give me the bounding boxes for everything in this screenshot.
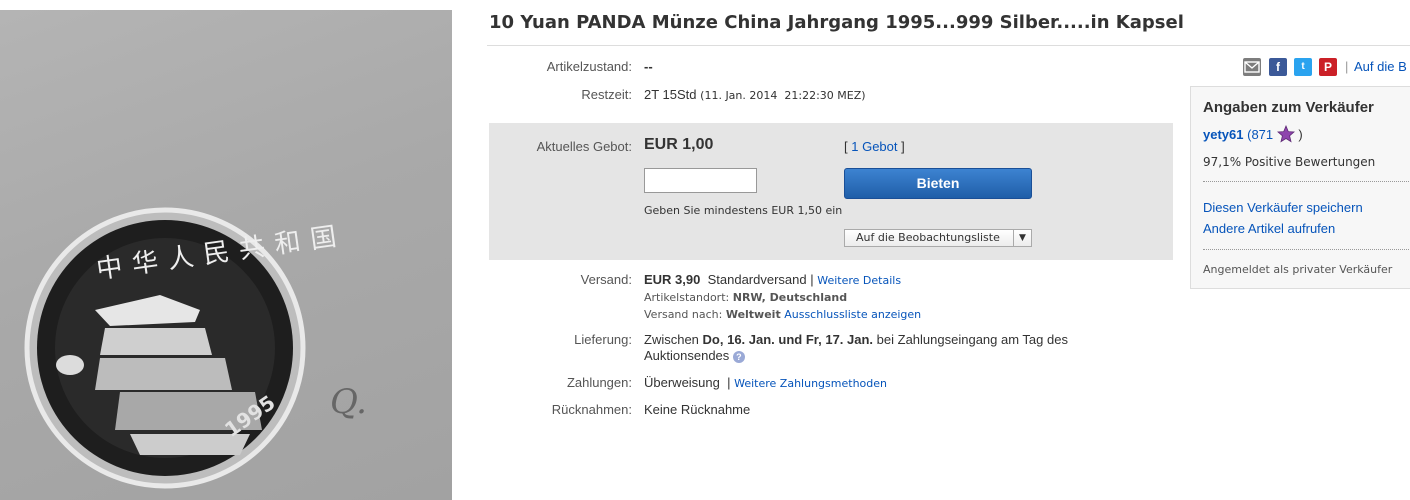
- ships-to: Versand nach: Weltweit Ausschlussliste a…: [644, 308, 921, 321]
- seller-heading: Angaben zum Verkäufer: [1203, 99, 1374, 116]
- seller-divider-1: [1203, 181, 1410, 182]
- delivery-line2: Auktionsendes ?: [644, 348, 745, 363]
- share-separator: |: [1345, 59, 1349, 74]
- seller-name-row: yety61 (871 ): [1203, 124, 1303, 146]
- bid-amount-input[interactable]: [644, 168, 757, 193]
- seller-name-link[interactable]: yety61: [1203, 127, 1243, 142]
- seller-account-type: Angemeldet als privater Verkäufer: [1203, 263, 1393, 276]
- ships-to-label: Versand nach:: [644, 308, 723, 321]
- bid-count-link[interactable]: 1 Gebot: [851, 139, 897, 154]
- email-icon[interactable]: [1243, 58, 1261, 76]
- remaining-value: 2T 15Std (11. Jan. 2014 21:22:30 MEZ): [644, 87, 866, 102]
- feedback-close: ): [1298, 126, 1303, 142]
- delivery-label: Lieferung:: [574, 332, 632, 347]
- end-date: (11. Jan. 2014 21:22:30 MEZ): [700, 89, 866, 102]
- returns-value: Keine Rücknahme: [644, 402, 751, 417]
- more-payment-link[interactable]: Weitere Zahlungsmethoden: [734, 377, 887, 390]
- location-label: Artikelstandort:: [644, 291, 730, 304]
- shipping-cost: EUR 3,90: [644, 272, 701, 287]
- condition-value: --: [644, 59, 653, 74]
- share-bar: f t P | Auf die B: [1243, 58, 1410, 76]
- payment-separator: |: [727, 375, 731, 390]
- shipping-label: Versand:: [580, 272, 632, 287]
- delivery-suffix: bei Zahlungseingang am Tag des: [876, 332, 1068, 347]
- delivery-line1: Zwischen Do, 16. Jan. und Fr, 17. Jan. b…: [644, 332, 1068, 347]
- current-bid-label: Aktuelles Gebot:: [536, 139, 632, 154]
- listing-title: 10 Yuan PANDA Münze China Jahrgang 1995.…: [489, 12, 1184, 33]
- twitter-icon[interactable]: t: [1294, 58, 1312, 76]
- current-bid-value: EUR 1,00: [644, 136, 714, 153]
- handwritten-mark: Q.: [330, 382, 367, 422]
- star-icon: [1276, 124, 1295, 146]
- ships-to-value: Weltweit: [725, 308, 781, 321]
- help-icon[interactable]: ?: [732, 350, 745, 363]
- delivery-line2-text: Auktionsendes: [644, 348, 730, 363]
- bid-count-bracket-close: ]: [901, 139, 905, 154]
- payment-value: Überweisung: [644, 375, 720, 390]
- payment-row: Überweisung | Weitere Zahlungsmethoden: [644, 375, 887, 390]
- bid-button[interactable]: Bieten: [844, 168, 1032, 199]
- exclusion-list-link[interactable]: Ausschlussliste anzeigen: [784, 308, 921, 321]
- other-items-link[interactable]: Andere Artikel aufrufen: [1203, 221, 1335, 236]
- seller-panel: Angaben zum Verkäufer yety61 (871 ) 97,1…: [1190, 86, 1410, 289]
- title-divider: [487, 45, 1410, 46]
- shipping-details-link[interactable]: Weitere Details: [817, 274, 901, 287]
- delivery-dates: Do, 16. Jan. und Fr, 17. Jan.: [702, 332, 874, 347]
- returns-label: Rücknahmen:: [551, 402, 632, 417]
- chevron-down-icon[interactable]: ▼: [1013, 230, 1031, 246]
- watch-link-top[interactable]: Auf die B: [1354, 59, 1407, 74]
- product-image[interactable]: 中华人民共和国 1995 Q.: [0, 10, 452, 500]
- min-bid-hint: Geben Sie mindestens EUR 1,50 ein: [644, 204, 843, 217]
- facebook-icon[interactable]: f: [1269, 58, 1287, 76]
- delivery-prefix: Zwischen: [644, 332, 699, 347]
- remaining-time: 2T 15Std: [644, 87, 697, 102]
- watchlist-label: Auf die Beobachtungsliste: [856, 231, 1000, 244]
- shipping-method: Standardversand |: [707, 272, 814, 287]
- condition-label: Artikelzustand:: [546, 59, 632, 74]
- remaining-label: Restzeit:: [581, 87, 632, 102]
- feedback-score[interactable]: (871: [1247, 127, 1273, 142]
- bid-count-bracket-open: [: [844, 139, 848, 154]
- seller-divider-2: [1203, 249, 1410, 250]
- save-seller-link[interactable]: Diesen Verkäufer speichern: [1203, 200, 1363, 215]
- pinterest-icon[interactable]: P: [1319, 58, 1337, 76]
- positive-feedback: 97,1% Positive Bewertungen: [1203, 155, 1376, 169]
- item-location: Artikelstandort: NRW, Deutschland: [644, 291, 847, 304]
- payment-label: Zahlungen:: [566, 375, 632, 390]
- location-value: NRW, Deutschland: [732, 291, 848, 304]
- bid-count: [ 1 Gebot ]: [844, 139, 905, 154]
- watchlist-button[interactable]: Auf die Beobachtungsliste ▼: [844, 229, 1032, 247]
- shipping-main: EUR 3,90 Standardversand | Weitere Detai…: [644, 272, 901, 287]
